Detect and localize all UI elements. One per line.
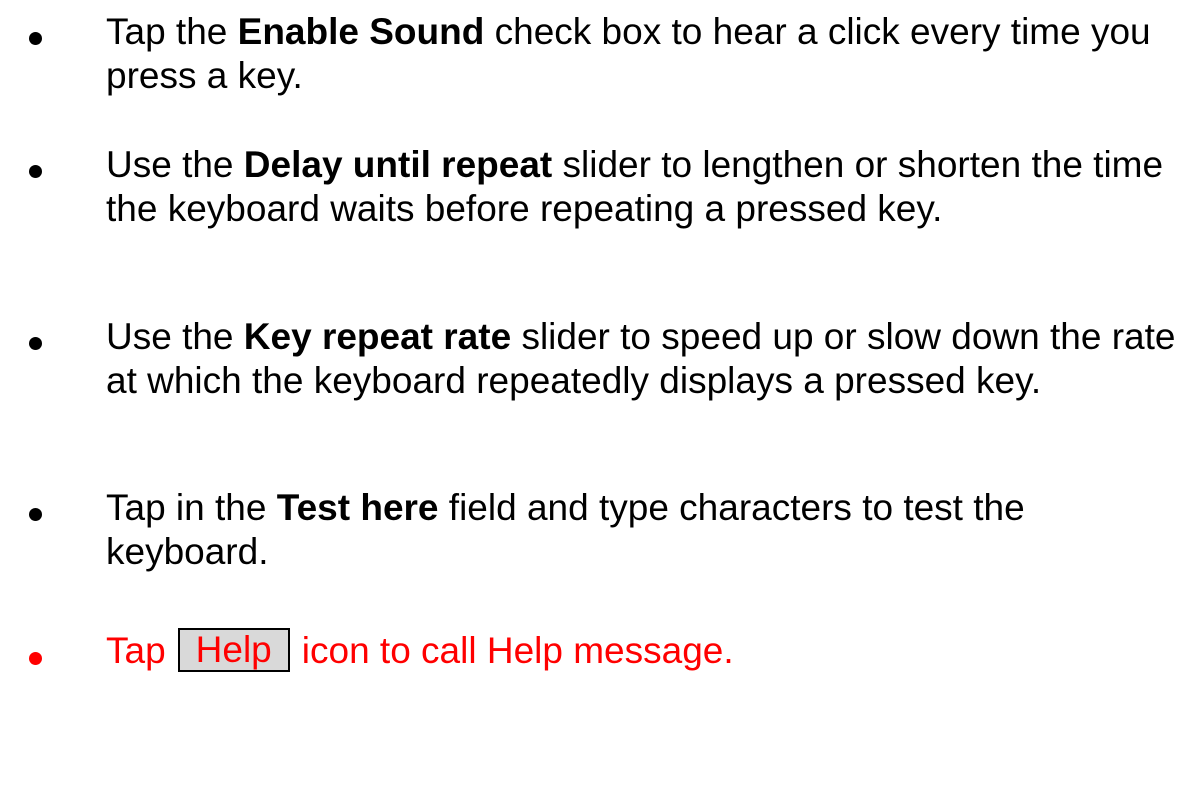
bullet-icon bbox=[29, 652, 42, 665]
bold-term: Delay until repeat bbox=[243, 144, 553, 185]
bullet-icon bbox=[29, 32, 42, 45]
instruction-text: Tap the Enable Sound check box to hear a… bbox=[106, 11, 1151, 96]
help-button[interactable]: Help bbox=[177, 628, 290, 673]
bullet-icon bbox=[29, 337, 42, 350]
instruction-text: Use the Delay until repeat slider to len… bbox=[106, 144, 1164, 229]
instruction-text: Use the Key repeat rate slider to speed … bbox=[106, 316, 1176, 401]
bullet-icon bbox=[29, 165, 42, 178]
bold-term: Key repeat rate bbox=[243, 316, 512, 357]
bold-term: Enable Sound bbox=[237, 11, 485, 52]
bullet-icon bbox=[29, 508, 42, 521]
bold-term: Test here bbox=[276, 487, 439, 528]
help-instruction-text: Tap Help icon to call Help message. bbox=[106, 628, 734, 673]
instruction-text: Tap in the Test here field and type char… bbox=[106, 487, 1025, 572]
